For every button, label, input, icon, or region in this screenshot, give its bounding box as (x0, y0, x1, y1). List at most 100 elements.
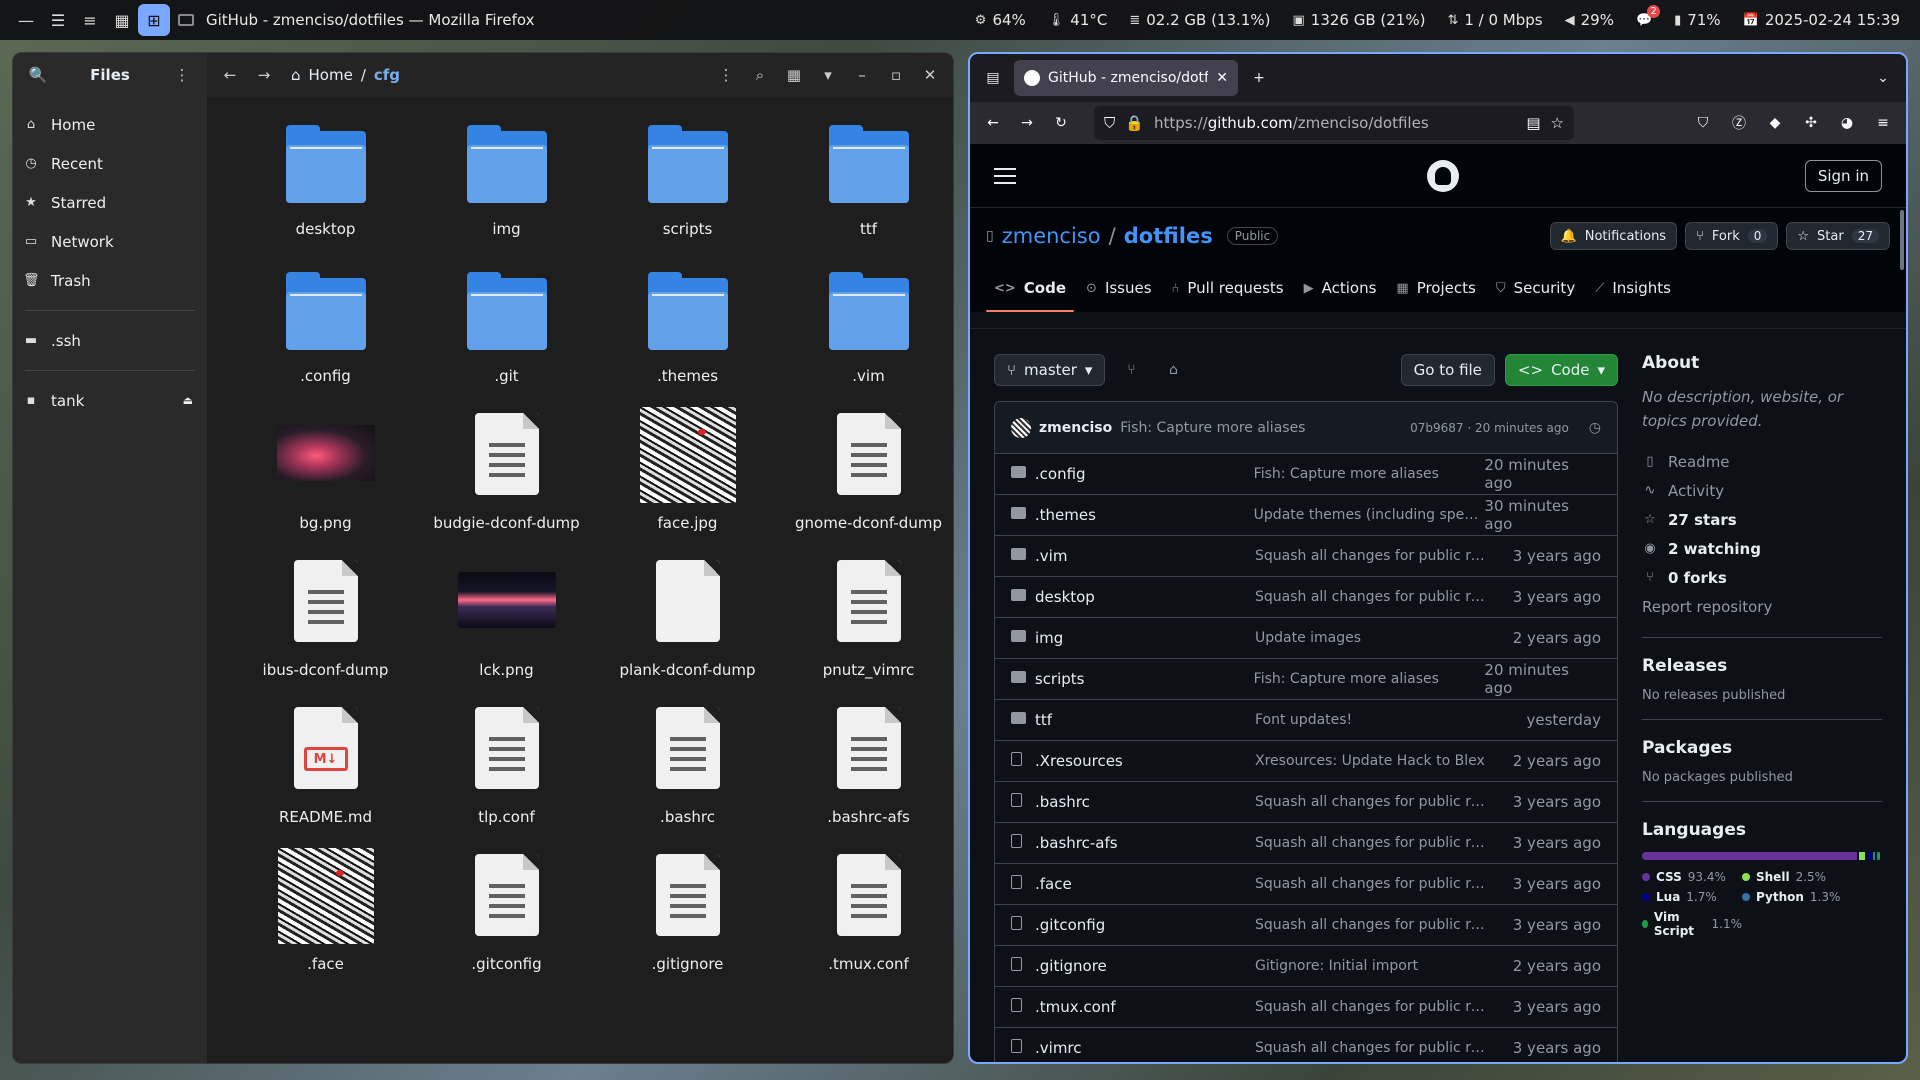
file-name-link[interactable]: .gitignore (1035, 957, 1255, 975)
file-grid-item[interactable]: .gitignore (597, 844, 778, 991)
tab-pull-requests[interactable]: ⑃ Pull requests (1164, 264, 1292, 312)
file-grid-item[interactable]: .vim (778, 256, 953, 403)
eject-icon[interactable]: ⏏ (183, 394, 193, 407)
file-grid-item[interactable]: img (416, 109, 597, 256)
releases-heading[interactable]: Releases (1642, 656, 1882, 676)
memory-stat[interactable]: ≣ 02.2 GB (13.1%) (1129, 11, 1270, 29)
repo-name-link[interactable]: dotfiles (1124, 224, 1213, 248)
table-row[interactable]: ttf Font updates! yesterday (995, 700, 1617, 741)
table-row[interactable]: .themes Update themes (including speci...… (995, 495, 1617, 536)
file-grid-item[interactable]: tlp.conf (416, 697, 597, 844)
window-close-icon[interactable]: ✕ (915, 60, 945, 90)
language-item[interactable]: Vim Script 1.1% (1642, 910, 1742, 938)
cpu-stat[interactable]: ⚙ 64% (975, 11, 1026, 29)
table-row[interactable]: .bashrc-afs Squash all changes for public… (995, 823, 1617, 864)
window-minimize-icon[interactable]: – (847, 60, 877, 90)
readme-link[interactable]: ▯ Readme (1642, 447, 1882, 476)
branches-icon[interactable]: ⑂ (1115, 354, 1147, 386)
commit-message-link[interactable]: Squash all changes for public re... (1255, 548, 1487, 564)
file-grid-item[interactable]: M↓ README.md (235, 697, 416, 844)
reload-icon[interactable]: ↻ (1046, 108, 1076, 138)
branch-select-button[interactable]: ⑂ master ▾ (994, 354, 1106, 386)
sidebar-item-trash[interactable]: 🗑 Trash (13, 261, 207, 300)
github-logo-icon[interactable] (1427, 159, 1459, 192)
sidebar-item-tank[interactable]: ▪ tank ⏏ (13, 381, 207, 420)
tab-github[interactable]: GitHub - zmenciso/dotfile ✕ (1014, 60, 1238, 96)
file-name-link[interactable]: img (1035, 629, 1255, 647)
watching-link[interactable]: ◉ 2 watching (1642, 534, 1882, 563)
file-grid-item[interactable]: budgie-dconf-dump (416, 403, 597, 550)
breadcrumb-current[interactable]: cfg (374, 66, 400, 84)
table-row[interactable]: img Update images 2 years ago (995, 618, 1617, 659)
file-name-link[interactable]: desktop (1035, 588, 1255, 606)
view-grid-icon[interactable]: ▦ (779, 60, 809, 90)
window-maximize-icon[interactable]: ▫ (881, 60, 911, 90)
commit-meta[interactable]: 07b9687 · 20 minutes ago (1410, 421, 1569, 435)
disk-stat[interactable]: ▣ 1326 GB (21%) (1292, 11, 1425, 29)
stars-link[interactable]: ☆ 27 stars (1642, 505, 1882, 534)
layout-grid-icon[interactable]: ▦ (106, 4, 138, 36)
tags-icon[interactable]: ⌂ (1157, 354, 1189, 386)
forward-arrow-icon[interactable]: → (249, 60, 279, 90)
language-item[interactable]: Lua 1.7% (1642, 890, 1742, 904)
file-name-link[interactable]: .vimrc (1035, 1039, 1255, 1057)
commit-message-link[interactable]: Fish: Capture more aliases (1254, 466, 1485, 482)
repo-owner-link[interactable]: zmenciso (1002, 224, 1101, 248)
search-icon[interactable]: 🔍 (23, 60, 53, 90)
table-row[interactable]: .gitconfig Squash all changes for public … (995, 905, 1617, 946)
file-grid-item[interactable]: desktop (235, 109, 416, 256)
commit-message-link[interactable]: Update images (1255, 630, 1487, 646)
table-row[interactable]: scripts Fish: Capture more aliases 20 minu… (995, 659, 1617, 700)
sidebar-item-recent[interactable]: ◷ Recent (13, 144, 207, 183)
main-menu-icon[interactable]: ⋮ (167, 60, 197, 90)
file-grid-item[interactable]: pnutz_vimrc (778, 550, 953, 697)
language-item[interactable]: CSS 93.4% (1642, 870, 1742, 884)
file-grid-item[interactable]: .bashrc (597, 697, 778, 844)
layout-list-icon[interactable]: ≡ (74, 4, 106, 36)
file-name-link[interactable]: .bashrc-afs (1035, 834, 1255, 852)
file-grid-item[interactable]: bg.png (235, 403, 416, 550)
clock[interactable]: 📅 2025-02-24 15:39 (1743, 11, 1900, 29)
table-row[interactable]: .vim Squash all changes for public re... 3… (995, 536, 1617, 577)
table-row[interactable]: .gitignore Gitignore: Initial import 2 yea… (995, 946, 1617, 987)
file-name-link[interactable]: .face (1035, 875, 1255, 893)
tab-insights[interactable]: ⟋ Insights (1587, 264, 1679, 312)
packages-heading[interactable]: Packages (1642, 738, 1882, 758)
activity-link[interactable]: ∿ Activity (1642, 476, 1882, 505)
search-folder-icon[interactable]: ⌕ (745, 60, 775, 90)
file-name-link[interactable]: .vim (1035, 547, 1255, 565)
commit-message-link[interactable]: Squash all changes for public re... (1255, 917, 1487, 933)
language-item[interactable]: Python 1.3% (1742, 890, 1862, 904)
file-name-link[interactable]: ttf (1035, 711, 1255, 729)
extensions-puzzle-icon[interactable]: ✣ (1796, 108, 1826, 138)
forks-link[interactable]: ⑂ 0 forks (1642, 563, 1882, 592)
list-tabs-chevron-icon[interactable]: ⌄ (1868, 63, 1898, 93)
reader-view-icon[interactable]: ▤ (1526, 114, 1540, 132)
forward-arrow-icon[interactable]: → (1012, 108, 1042, 138)
report-repository-link[interactable]: Report repository (1642, 592, 1882, 621)
pocket-icon[interactable]: ⛉ (1688, 108, 1718, 138)
file-grid-item[interactable]: scripts (597, 109, 778, 256)
lock-icon[interactable]: 🔒 (1125, 114, 1144, 132)
table-row[interactable]: .vimrc Squash all changes for public re..… (995, 1028, 1617, 1062)
temp-stat[interactable]: 🌡 41°C (1048, 11, 1108, 29)
table-row[interactable]: .face Squash all changes for public re...… (995, 864, 1617, 905)
file-grid-item[interactable]: face.jpg (597, 403, 778, 550)
tab-code[interactable]: <> Code (986, 264, 1075, 312)
tab-close-icon[interactable]: ✕ (1216, 70, 1228, 86)
language-item[interactable]: Shell 2.5% (1742, 870, 1862, 884)
commit-message-link[interactable]: Gitignore: Initial import (1255, 958, 1487, 974)
tab-overview-icon[interactable]: ▤ (978, 63, 1008, 93)
back-arrow-icon[interactable]: ← (215, 60, 245, 90)
sidebar-item-network[interactable]: ▭ Network (13, 222, 207, 261)
file-grid-item[interactable]: lck.png (416, 550, 597, 697)
sidebar-item-starred[interactable]: ★ Starred (13, 183, 207, 222)
avatar[interactable] (1011, 417, 1031, 438)
commit-message-link[interactable]: Squash all changes for public re... (1255, 999, 1487, 1015)
commit-message-link[interactable]: Squash all changes for public re... (1255, 794, 1487, 810)
sidebar-item-ssh[interactable]: ▬ .ssh (13, 321, 207, 360)
commit-message[interactable]: Fish: Capture more aliases (1120, 420, 1305, 436)
file-grid-item[interactable]: plank-dconf-dump (597, 550, 778, 697)
file-name-link[interactable]: .bashrc (1035, 793, 1255, 811)
commit-message-link[interactable]: Squash all changes for public re... (1255, 835, 1487, 851)
